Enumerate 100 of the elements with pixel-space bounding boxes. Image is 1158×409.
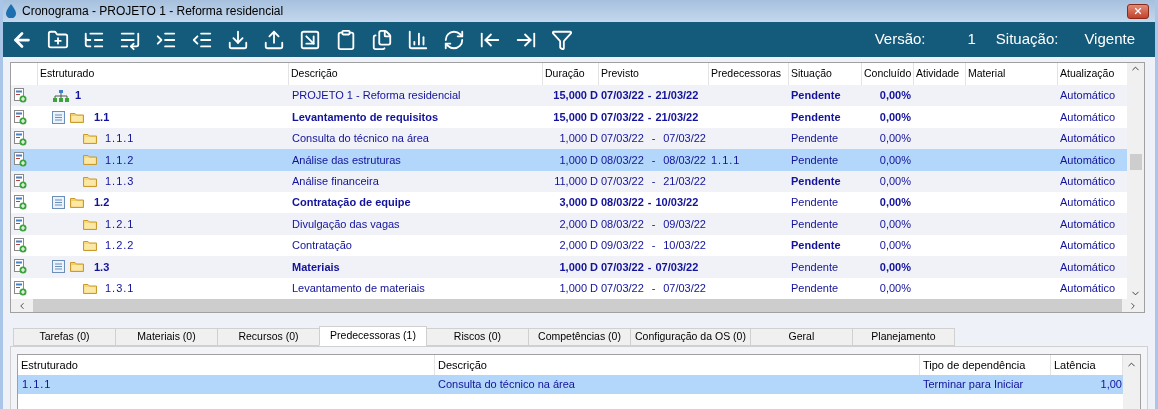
table-cell-text: Automático <box>1059 259 1117 275</box>
tab[interactable]: Competências (0) <box>528 328 631 346</box>
scroll-right-icon[interactable] <box>1128 300 1138 311</box>
table-cell-text: 0,00% <box>878 281 912 297</box>
folder-icon <box>83 175 97 187</box>
folder-plus-icon[interactable] <box>47 28 69 51</box>
tab[interactable]: Recursos (0) <box>217 328 320 346</box>
folder-icon <box>83 218 97 230</box>
table-cell-text: 07/03/22 <box>663 131 706 147</box>
vertical-scrollbar[interactable] <box>1123 355 1140 409</box>
schedule-row[interactable]: 1.2.1 Divulgação das vagas 2,000 D 08/03/22 - 09/03/22 Pendente 0,00% Automático <box>11 213 1128 235</box>
table-cell-text: - <box>647 259 652 275</box>
folder-icon <box>70 111 84 123</box>
status-label: Situação: <box>995 29 1059 50</box>
filter-icon[interactable] <box>551 28 573 51</box>
table-cell-text: Pendente <box>790 152 840 168</box>
table-cell-text: 0,00% <box>878 131 912 147</box>
tab[interactable]: Planejamento <box>851 328 955 346</box>
table-cell-text: Pendente <box>790 259 840 275</box>
table-cell-text: Análise das estruturas <box>291 152 402 168</box>
schedule-row[interactable]: 1.1.2 Análise das estruturas 1,000 D 08/03/22 - 08/03/22 1.1.1 Pendente 0,00% Automático <box>11 149 1128 171</box>
table-cell-text: Pendente <box>790 109 842 125</box>
upload-icon[interactable] <box>263 28 285 51</box>
table-cell-text: Levantamento de requisitos <box>291 109 440 125</box>
item-code: 1.3 <box>94 259 110 275</box>
table-cell-text: 3,000 D <box>558 195 598 211</box>
item-code: 1.2.2 <box>105 238 135 254</box>
table-cell-text: Pendente <box>790 281 840 297</box>
close-button[interactable] <box>1127 3 1149 19</box>
item-code: 1 <box>75 88 82 104</box>
folder-icon <box>70 197 84 209</box>
schedule-row[interactable]: 1.1.1 Consulta do técnico na área 1,000 D 07/03/22 - 07/03/22 Pendente 0,00% Automático <box>11 127 1128 150</box>
table-cell-text: 10/03/22 <box>663 238 706 254</box>
predecessor-row[interactable]: 1.1.1 Consulta do técnico na área Terminar para Iniciar 1,00 <box>18 375 1123 394</box>
table-cell-text: 07/03/22 <box>601 281 644 297</box>
add-task-icon[interactable] <box>14 173 27 189</box>
table-cell-text: Análise financeira <box>291 174 380 190</box>
hierarchy-icon <box>53 89 69 102</box>
table-cell-text: Automático <box>1059 216 1117 232</box>
table-cell-text: 08/03/22 <box>601 152 644 168</box>
tab[interactable]: Configuração da OS (0) <box>630 328 751 346</box>
tab[interactable]: Tarefas (0) <box>13 328 116 346</box>
vertical-scrollbar[interactable] <box>1127 63 1144 299</box>
scroll-thumb[interactable] <box>1129 154 1142 170</box>
table-cell-text: 21/03/22 <box>663 174 706 190</box>
table-cell-text: Automático <box>1059 131 1117 147</box>
add-task-icon[interactable] <box>14 216 27 232</box>
tab[interactable]: Predecessoras (1) <box>319 326 427 346</box>
table-icon <box>52 260 65 274</box>
table-cell-text: 15,000 D <box>552 88 598 104</box>
table-cell-text: Automático <box>1059 238 1117 254</box>
add-task-icon[interactable] <box>14 238 27 254</box>
version-value: 1 <box>967 29 976 50</box>
app-icon <box>5 4 17 18</box>
documents-icon[interactable] <box>371 28 393 51</box>
table-cell-text: Automático <box>1059 152 1117 168</box>
table-cell-text: Pendente <box>790 174 842 190</box>
table-cell-text: Automático <box>1059 174 1117 190</box>
schedule-row[interactable]: 1 PROJETO 1 - Reforma residencial 15,000 D 07/03/22 - 21/03/22 Pendente 0,00% Automático <box>11 85 1128 107</box>
table-cell-text: Pendente <box>790 131 840 147</box>
clipboard-icon[interactable] <box>335 28 357 51</box>
table-cell-text: Contratação de equipe <box>291 195 412 211</box>
schedule-row[interactable]: 1.1.3 Análise financeira 11,000 D 07/03/22 - 21/03/22 Pendente 0,00% Automático <box>11 170 1128 193</box>
table-cell-text: 08/03/22 <box>601 216 644 232</box>
schedule-row[interactable]: 1.3 Materiais 1,000 D 07/03/22 - 07/03/22 Pendente 0,00% Automático <box>11 256 1128 278</box>
horizontal-scrollbar[interactable] <box>11 299 1144 312</box>
add-task-icon[interactable] <box>14 131 27 146</box>
table-cell-text: 09/03/22 <box>663 216 706 232</box>
add-task-icon[interactable] <box>14 195 27 211</box>
table-cell-text: - <box>647 88 652 104</box>
table-cell-text: 08/03/22 <box>663 152 706 168</box>
table-cell-text: 07/03/22 <box>601 259 644 275</box>
table-cell-text: 1,000 D <box>558 131 598 147</box>
tab[interactable]: Riscos (0) <box>426 328 529 346</box>
table-cell-text: 07/03/22 <box>601 131 644 147</box>
add-task-icon[interactable] <box>14 88 27 104</box>
folder-icon <box>83 154 97 166</box>
add-task-icon[interactable] <box>14 152 27 168</box>
table-cell-text: 07/03/22 <box>601 174 644 190</box>
export-icon[interactable] <box>299 28 321 51</box>
refresh-icon[interactable] <box>443 28 465 51</box>
table-cell-text: 10/03/22 <box>655 195 699 211</box>
table-cell-text: Materiais <box>291 259 341 275</box>
table-cell-text: Automático <box>1059 281 1117 297</box>
add-task-icon[interactable] <box>14 280 27 296</box>
tab[interactable]: Materiais (0) <box>115 328 218 346</box>
add-task-icon[interactable] <box>14 109 27 125</box>
table-cell-text: - <box>651 174 656 190</box>
add-task-icon[interactable] <box>14 259 27 275</box>
table-cell-text: Divulgação das vagas <box>291 216 401 232</box>
table-cell-text: Automático <box>1059 195 1117 211</box>
table-cell-text: - <box>651 281 656 297</box>
tab[interactable]: Geral <box>749 328 853 346</box>
folder-icon <box>83 133 97 144</box>
table-cell-text: Pendente <box>790 88 842 104</box>
bar-chart-icon[interactable] <box>407 28 429 51</box>
download-icon[interactable] <box>227 28 249 51</box>
scroll-left-icon[interactable] <box>17 300 27 311</box>
table-cell-text: - <box>651 152 656 168</box>
table-cell-text: 2,000 D <box>558 238 598 254</box>
